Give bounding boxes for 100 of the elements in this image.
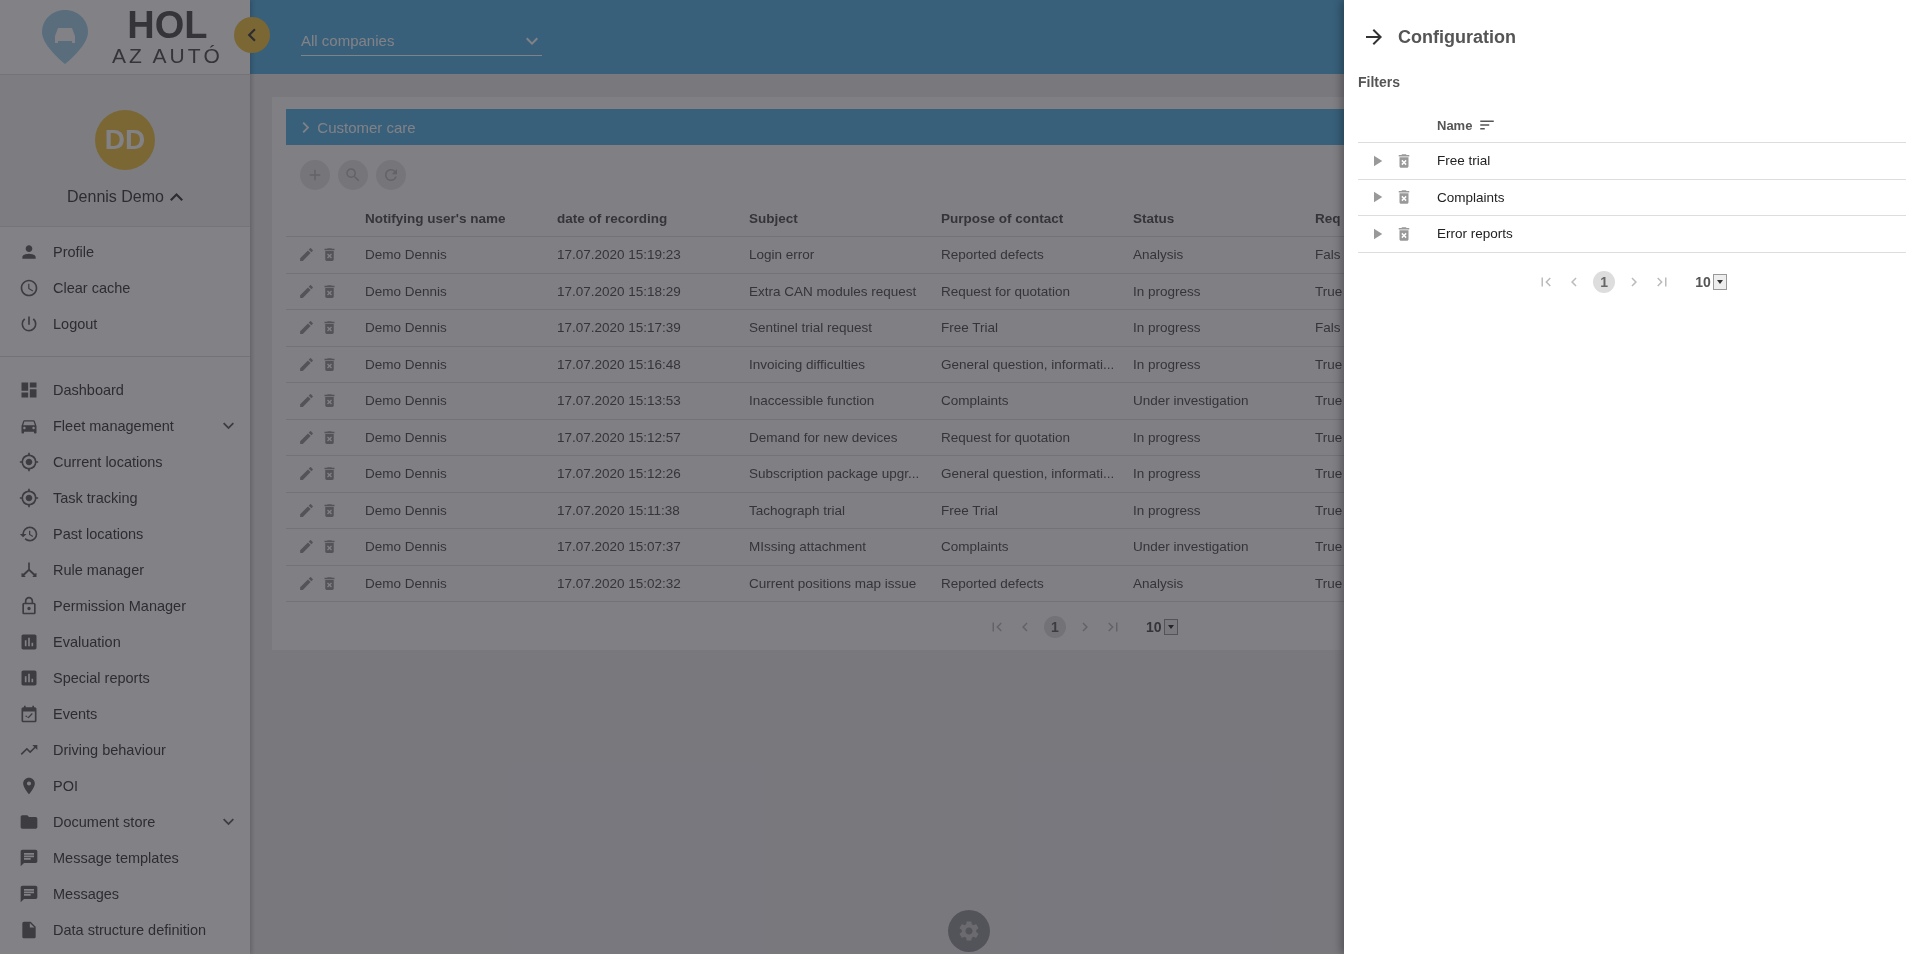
column-header[interactable]: date of recording bbox=[545, 210, 737, 226]
table-cell-text: Request for quotation bbox=[940, 429, 1072, 445]
nav-item[interactable]: Rule manager bbox=[0, 552, 250, 588]
table-cell-text: 17.07.2020 15:07:37 bbox=[556, 539, 682, 555]
table-cell-text: In progress bbox=[1132, 320, 1202, 336]
nav-item[interactable]: Document store bbox=[0, 804, 250, 840]
table-cell-text: Fals bbox=[1314, 247, 1342, 263]
dropdown-arrow-icon bbox=[1167, 625, 1174, 629]
pencil-icon[interactable] bbox=[298, 465, 315, 483]
table-cell-text: 17.07.2020 15:17:39 bbox=[556, 320, 682, 336]
nav-item[interactable]: POI bbox=[0, 768, 250, 804]
table-cell-text: Demo Dennis bbox=[364, 393, 448, 409]
user-menu-item[interactable]: Clear cache bbox=[0, 270, 250, 306]
user-menu-item[interactable]: Logout bbox=[0, 306, 250, 342]
nav-item[interactable]: Fleet management bbox=[0, 408, 250, 444]
nav-item[interactable]: Message templates bbox=[0, 840, 250, 876]
table-cell-text: Demo Dennis bbox=[364, 429, 448, 445]
column-header[interactable]: Subject bbox=[737, 210, 929, 226]
calendar-icon bbox=[19, 704, 39, 724]
table-cell-text: True bbox=[1314, 356, 1344, 372]
table-cell-text: 17.07.2020 15:19:23 bbox=[556, 247, 682, 263]
nav-item[interactable]: Special reports bbox=[0, 660, 250, 696]
column-header[interactable]: Notifying user's name bbox=[353, 210, 545, 226]
table-cell-text: Invoicing difficulties bbox=[748, 356, 867, 372]
table-cell-text: General question, informati... bbox=[940, 466, 1116, 482]
table-cell-text: Free Trial bbox=[940, 502, 999, 518]
search-button[interactable] bbox=[338, 160, 368, 190]
message-icon bbox=[19, 884, 39, 904]
nav-item[interactable]: Events bbox=[0, 696, 250, 732]
user-avatar: DD bbox=[95, 110, 155, 170]
page-size-select[interactable]: 10 bbox=[1695, 273, 1727, 290]
table-cell-text: Demo Dennis bbox=[364, 575, 448, 591]
table-cell-text: MIssing attachment bbox=[748, 539, 868, 555]
location-target-icon bbox=[19, 452, 39, 472]
nav-item[interactable]: Evaluation bbox=[0, 624, 250, 660]
table-cell-text: Demo Dennis bbox=[364, 539, 448, 555]
table-cell-text: 17.07.2020 15:11:38 bbox=[556, 502, 681, 518]
user-menu-item[interactable]: Profile bbox=[0, 234, 250, 270]
pencil-icon[interactable] bbox=[298, 319, 315, 337]
table-cell-text: Extra CAN modules request bbox=[748, 283, 918, 299]
nav-item[interactable]: Current locations bbox=[0, 444, 250, 480]
pencil-icon[interactable] bbox=[298, 538, 315, 556]
table-cell-text: True bbox=[1314, 393, 1344, 409]
branch-icon bbox=[19, 560, 39, 580]
pencil-icon[interactable] bbox=[298, 246, 315, 264]
nav-item[interactable]: Data structure definition bbox=[0, 912, 250, 948]
column-header[interactable]: Name bbox=[1437, 117, 1473, 133]
page-size-select[interactable]: 10 bbox=[1146, 619, 1178, 635]
table-cell-text: Complaints bbox=[940, 539, 1010, 555]
table-cell-text: Demo Dennis bbox=[364, 320, 448, 336]
table-cell-text: 17.07.2020 15:13:53 bbox=[556, 393, 682, 409]
nav-item[interactable]: Task tracking bbox=[0, 480, 250, 516]
table-cell-text: Demo Dennis bbox=[364, 356, 448, 372]
column-header[interactable]: Purpose of contact bbox=[929, 210, 1121, 226]
logo-subtitle: AZ AUTÓ bbox=[112, 44, 223, 68]
pencil-icon[interactable] bbox=[298, 574, 315, 592]
bar-chart-icon bbox=[19, 632, 39, 652]
table-cell-text: Analysis bbox=[1132, 575, 1185, 591]
refresh-button[interactable] bbox=[376, 160, 406, 190]
nav-item[interactable]: Past locations bbox=[0, 516, 250, 552]
lock-icon bbox=[19, 596, 39, 616]
table-cell-text: Under investigation bbox=[1132, 393, 1250, 409]
table-cell-text: Sentinel trial request bbox=[748, 320, 874, 336]
caret-icon bbox=[223, 422, 234, 430]
table-cell-text: General question, informati... bbox=[940, 356, 1116, 372]
table-cell-text: Request for quotation bbox=[940, 283, 1072, 299]
folder-icon bbox=[19, 812, 39, 832]
caret-icon bbox=[526, 36, 538, 45]
caret-icon bbox=[223, 818, 234, 826]
table-cell-text: Free trial bbox=[1437, 153, 1492, 169]
table-cell-text: Demand for new devices bbox=[748, 429, 899, 445]
pencil-icon[interactable] bbox=[298, 501, 315, 519]
pencil-icon[interactable] bbox=[298, 355, 315, 373]
dropdown-arrow-icon bbox=[1716, 279, 1723, 284]
table-cell-text: Login error bbox=[748, 247, 816, 263]
pencil-icon[interactable] bbox=[298, 392, 315, 410]
column-header[interactable]: Status bbox=[1121, 210, 1313, 226]
table-cell-text: 17.07.2020 15:02:32 bbox=[556, 575, 682, 591]
nav-item[interactable]: Messages bbox=[0, 876, 250, 912]
caret-icon bbox=[302, 121, 310, 133]
page-button[interactable]: 1 bbox=[1593, 270, 1616, 293]
table-cell-text: Demo Dennis bbox=[364, 502, 448, 518]
nav-item[interactable]: Driving behaviour bbox=[0, 732, 250, 768]
table-cell-text: Tachograph trial bbox=[748, 502, 847, 518]
add-button[interactable] bbox=[300, 160, 330, 190]
pencil-icon[interactable] bbox=[298, 428, 315, 446]
user-name-toggle[interactable]: Dennis Demo bbox=[67, 188, 183, 206]
table-cell-text: 17.07.2020 15:18:29 bbox=[556, 283, 682, 299]
table-cell-text: Free Trial bbox=[940, 320, 999, 336]
table-cell-text: True bbox=[1314, 283, 1344, 299]
table-cell-text: Reported defects bbox=[940, 247, 1045, 263]
table-cell-text: Subscription package upgr... bbox=[748, 466, 921, 482]
nav-item[interactable]: Dashboard bbox=[0, 372, 250, 408]
table-cell-text: In progress bbox=[1132, 502, 1202, 518]
message-icon bbox=[19, 848, 39, 868]
table-cell-text: Analysis bbox=[1132, 247, 1185, 263]
pencil-icon[interactable] bbox=[298, 282, 315, 300]
table-cell-text: Under investigation bbox=[1132, 539, 1250, 555]
logo-pin-icon bbox=[40, 8, 90, 66]
nav-item[interactable]: Permission Manager bbox=[0, 588, 250, 624]
